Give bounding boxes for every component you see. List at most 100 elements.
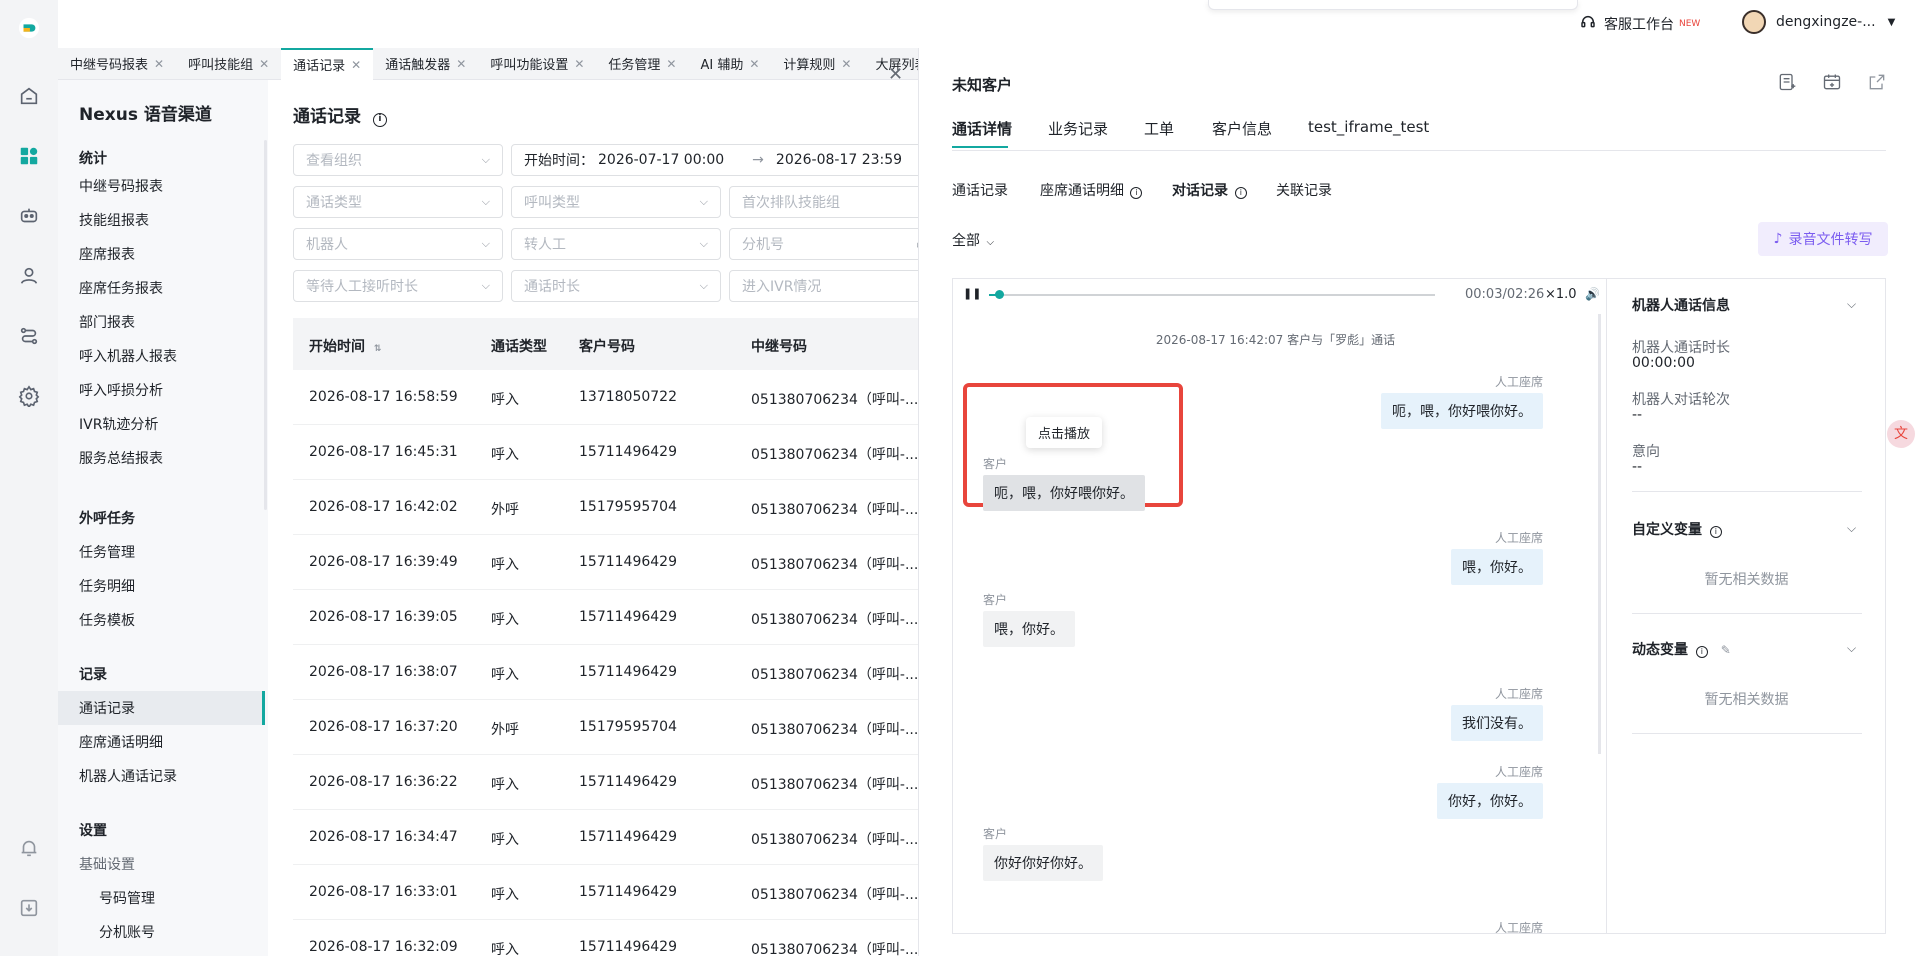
robot-icon[interactable] (15, 202, 43, 230)
nav-group-basic-settings[interactable]: 基础设置 (79, 854, 135, 874)
nav-item-number-management[interactable]: 号码管理 (99, 888, 155, 908)
nav-item-service-summary[interactable]: 服务总结报表 (79, 448, 163, 468)
nav-item-call-records[interactable]: 通话记录 (79, 698, 135, 718)
nav-item-agent-task-report[interactable]: 座席任务报表 (79, 278, 163, 298)
chevron-down-icon[interactable]: ⌵ (1847, 297, 1856, 312)
table-row[interactable]: 2026-08-17 16:38:07 呼入 15711496429 05138070… (293, 645, 918, 700)
extension-input[interactable]: 分机号○ (729, 228, 918, 260)
close-icon[interactable]: ✕ (351, 58, 361, 72)
dashboard-icon[interactable] (15, 142, 43, 170)
tab-ai-assist[interactable]: AI 辅助 ✕ (688, 48, 771, 80)
tab-trunk-report[interactable]: 中继号码报表 ✕ (58, 48, 176, 80)
workbench-link[interactable]: 客服工作台 NEW (1580, 14, 1700, 34)
table-row[interactable]: 2026-08-17 16:58:59 呼入 13718050722 05138070… (293, 370, 918, 425)
nav-item-robot-call-records[interactable]: 机器人通话记录 (79, 766, 177, 786)
call-kind-select[interactable]: 呼叫类型 ⌵ (511, 186, 721, 218)
nav-item-inbound-loss[interactable]: 呼入呼损分析 (79, 380, 163, 400)
agent-message[interactable]: 我们没有。 (1451, 705, 1543, 741)
info-icon[interactable]: i (372, 113, 387, 127)
customer-message[interactable]: 你好你好你好。 (983, 845, 1103, 881)
drawer-tab-call-detail[interactable]: 通话详情 (952, 118, 1012, 139)
home-icon[interactable] (15, 82, 43, 110)
audio-progress-track[interactable] (989, 294, 1435, 296)
dialog-scrollbar[interactable] (1598, 314, 1601, 754)
call-type-select[interactable]: 通话类型 ⌵ (293, 186, 503, 218)
bell-icon[interactable] (15, 834, 43, 862)
nav-item-task-template[interactable]: 任务模板 (79, 610, 135, 630)
nav-item-task-management[interactable]: 任务管理 (79, 542, 135, 562)
note-icon[interactable] (1777, 72, 1797, 96)
chevron-down-icon[interactable]: ⌵ (1847, 521, 1856, 536)
tab-skill-group[interactable]: 呼叫技能组 ✕ (176, 48, 281, 80)
playback-speed[interactable]: ×1.0 (1545, 287, 1577, 302)
start-time-range[interactable]: 开始时间： 2026-07-17 00:00 → 2026-08-17 23:5… (511, 144, 918, 176)
close-icon[interactable]: ✕ (574, 57, 584, 71)
nav-item-agent-call-detail[interactable]: 座席通话明细 (79, 732, 163, 752)
info-icon[interactable]: i (1709, 526, 1722, 538)
wait-time-select[interactable]: 等待人工接听时长 ⌵ (293, 270, 503, 302)
tab-calc-rules[interactable]: 计算规则 ✕ (771, 48, 863, 80)
info-icon[interactable]: i (1130, 187, 1143, 199)
drawer-tab-ticket[interactable]: 工单 (1144, 118, 1174, 139)
subtab-agent-detail[interactable]: 座席通话明细 i (1040, 180, 1143, 200)
agent-message[interactable]: 呃，喂，你好喂你好。 (1381, 393, 1543, 429)
duration-select[interactable]: 通话时长 ⌵ (511, 270, 721, 302)
subtab-related-record[interactable]: 关联记录 (1276, 180, 1332, 200)
robot-select[interactable]: 机器人 ⌵ (293, 228, 503, 260)
translate-icon[interactable]: 文 (1887, 420, 1915, 448)
agent-message[interactable]: 你好，你好。 (1437, 783, 1543, 819)
drawer-tab-business[interactable]: 业务记录 (1048, 118, 1108, 139)
table-row[interactable]: 2026-08-17 16:34:47 呼入 15711496429 05138070… (293, 810, 918, 865)
close-icon[interactable]: ✕ (154, 57, 164, 71)
info-icon[interactable]: i (1234, 187, 1247, 199)
tab-call-trigger[interactable]: 通话触发器 ✕ (373, 48, 478, 80)
nav-item-skill-report[interactable]: 技能组报表 (79, 210, 149, 230)
close-icon[interactable]: ✕ (749, 57, 759, 71)
nav-item-ivr-trace[interactable]: IVR轨迹分析 (79, 414, 158, 434)
close-icon[interactable]: ✕ (841, 57, 851, 71)
col-start-time[interactable]: 开始时间 ⇅ (309, 336, 381, 356)
customer-message[interactable]: 呃，喂，你好喂你好。 (983, 475, 1145, 511)
edit-icon[interactable]: ✎ (1721, 643, 1731, 657)
info-icon[interactable]: i (1695, 646, 1708, 658)
pause-icon[interactable]: ❚❚ (963, 287, 981, 300)
sort-icon[interactable]: ⇅ (374, 344, 382, 354)
table-row[interactable]: 2026-08-17 16:37:20 外呼 15179595704 05138070… (293, 700, 918, 755)
first-queue-select[interactable]: 首次排队技能组⌵ (729, 186, 918, 218)
user-menu[interactable]: dengxingze-... ▼ (1742, 10, 1895, 34)
table-row[interactable]: 2026-08-17 16:39:05 呼入 15711496429 05138070… (293, 590, 918, 645)
table-row[interactable]: 2026-08-17 16:39:49 呼入 15711496429 05138070… (293, 535, 918, 590)
nav-scrollbar[interactable] (264, 140, 267, 510)
table-row[interactable]: 2026-08-17 16:45:31 呼入 15711496429 05138070… (293, 425, 918, 480)
nav-item-trunk-report[interactable]: 中继号码报表 (79, 176, 163, 196)
transcribe-button[interactable]: ♪ 录音文件转写 (1758, 222, 1888, 256)
nav-item-extension-account[interactable]: 分机账号 (99, 922, 155, 942)
settings-icon[interactable] (15, 382, 43, 410)
chevron-down-icon[interactable]: ⌵ (1847, 641, 1856, 656)
nav-item-department-report[interactable]: 部门报表 (79, 312, 135, 332)
ivr-select[interactable]: 进入IVR情况⌵ (729, 270, 918, 302)
table-row[interactable]: 2026-08-17 16:42:02 外呼 15179595704 05138070… (293, 480, 918, 535)
tab-call-settings[interactable]: 呼叫功能设置 ✕ (478, 48, 596, 80)
nav-item-inbound-robot-report[interactable]: 呼入机器人报表 (79, 346, 177, 366)
subtab-call-record[interactable]: 通话记录 (952, 180, 1008, 200)
start-time-from[interactable]: 2026-07-17 00:00 (598, 152, 724, 168)
transfer-select[interactable]: 转人工 ⌵ (511, 228, 721, 260)
tab-call-records[interactable]: 通话记录 ✕ (281, 47, 374, 80)
close-icon[interactable]: ✕ (259, 57, 269, 71)
drawer-tab-customer-info[interactable]: 客户信息 (1212, 118, 1272, 139)
org-select[interactable]: 查看组织 ⌵ (293, 144, 503, 176)
table-row[interactable]: 2026-08-17 16:32:09 呼入 15711496429 05138070… (293, 920, 918, 956)
drawer-tab-iframe-test[interactable]: test_iframe_test (1308, 118, 1429, 136)
close-icon[interactable]: ✕ (456, 57, 466, 71)
close-drawer-icon[interactable]: ✕ (888, 64, 903, 85)
download-icon[interactable] (15, 894, 43, 922)
logo-icon[interactable] (15, 14, 43, 42)
table-row[interactable]: 2026-08-17 16:33:01 呼入 15711496429 05138070… (293, 865, 918, 920)
route-icon[interactable] (15, 322, 43, 350)
external-link-icon[interactable] (1867, 72, 1887, 96)
subtab-dialog-record[interactable]: 对话记录 i (1172, 180, 1247, 200)
filter-all-dropdown[interactable]: 全部 ⌵ (952, 230, 994, 250)
agent-message[interactable]: 喂，你好。 (1451, 549, 1543, 585)
volume-icon[interactable]: 🔊 (1585, 287, 1600, 301)
